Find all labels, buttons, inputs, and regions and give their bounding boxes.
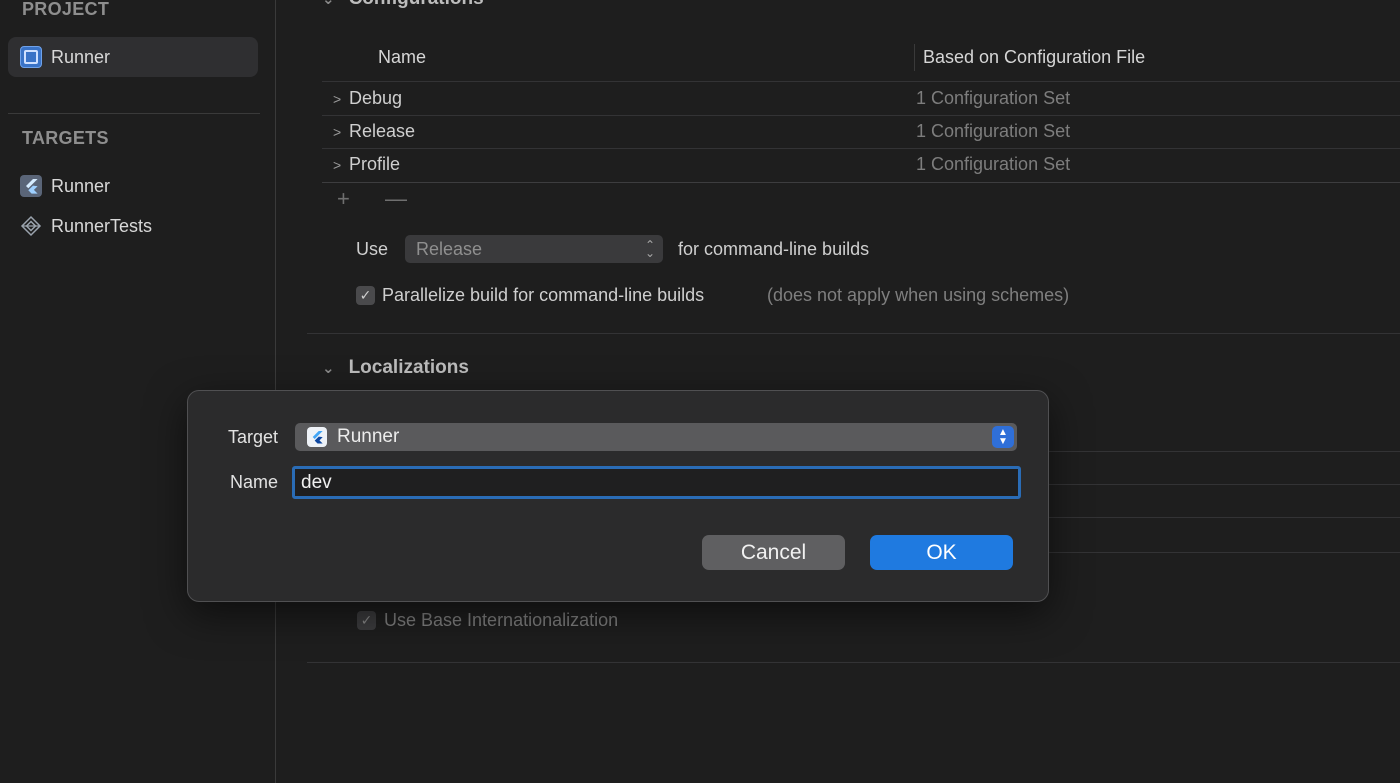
parallelize-note: (does not apply when using schemes) [767, 285, 1070, 305]
column-separator [914, 44, 915, 71]
chevron-down-icon: ⌄ [322, 0, 335, 8]
parallelize-label: Parallelize build for command-line build… [382, 285, 705, 305]
config-file-value: 1 Configuration Set [916, 154, 1071, 174]
popup-stepper-icon: ▲ ▼ [992, 426, 1014, 448]
select-value: Release [416, 238, 483, 259]
sidebar-item-target-runner[interactable]: Runner [8, 166, 258, 206]
sidebar-item-label: Runner [51, 175, 111, 196]
config-name: Debug [349, 88, 403, 108]
use-suffix-label: for command-line builds [678, 239, 870, 259]
target-label: Target [227, 427, 278, 447]
add-configuration-button[interactable]: + [337, 186, 350, 212]
duplicate-target-dialog: Target Runner ▲▼ Name Cancel OK [187, 390, 1049, 602]
localizations-section-header[interactable]: ⌄ Localizations [322, 357, 469, 379]
chevron-right-icon[interactable]: > [333, 91, 349, 107]
ok-button[interactable]: OK [870, 535, 1013, 570]
flutter-icon [20, 175, 42, 197]
base-internationalization-label: Use Base Internationalization [384, 610, 619, 630]
base-internationalization-checkbox[interactable]: ✓ [357, 611, 376, 630]
test-bundle-icon [20, 215, 42, 237]
project-section-header: PROJECT [22, 0, 110, 19]
name-label: Name [229, 472, 278, 492]
chevron-right-icon[interactable]: > [333, 157, 349, 173]
use-label: Use [356, 239, 389, 259]
table-row[interactable]: > Profile 1 Configuration Set [322, 148, 1400, 181]
chevron-right-icon[interactable]: > [333, 124, 349, 140]
flutter-icon [307, 427, 327, 447]
column-header-name[interactable]: Name [378, 47, 426, 68]
remove-configuration-button[interactable]: — [385, 186, 407, 212]
table-row[interactable]: > Debug 1 Configuration Set [322, 82, 1400, 115]
localization-row-divider [1049, 517, 1400, 518]
config-file-value: 1 Configuration Set [916, 88, 1071, 108]
section-divider [307, 333, 1400, 334]
name-input[interactable] [292, 466, 1021, 499]
command-line-config-select[interactable]: Release ⌃ ⌄ [405, 235, 663, 263]
sidebar-item-project-runner[interactable]: Runner [8, 37, 258, 77]
table-bottom-divider [322, 182, 1400, 183]
chevron-down-icon: ⌄ [322, 360, 335, 377]
configurations-title: Configurations [349, 0, 484, 10]
column-header-based-on[interactable]: Based on Configuration File [923, 47, 1145, 68]
sidebar-divider [8, 113, 260, 114]
sidebar-item-label: RunnerTests [51, 215, 153, 236]
localizations-title: Localizations [348, 357, 469, 378]
cancel-button[interactable]: Cancel [702, 535, 845, 570]
sidebar-item-target-runnertests[interactable]: RunnerTests [8, 206, 258, 246]
target-popup[interactable]: Runner ▲ ▼ [295, 423, 1017, 451]
table-row[interactable]: > Release 1 Configuration Set [322, 115, 1400, 148]
sidebar-item-label: Runner [51, 46, 111, 67]
section-divider [307, 662, 1400, 663]
localization-row-divider [1049, 552, 1400, 553]
select-arrows-icon: ⌃ ⌄ [644, 238, 655, 260]
localization-row-divider [1049, 451, 1400, 452]
targets-section-header: TARGETS [22, 128, 109, 148]
localization-row-divider [1049, 484, 1400, 485]
app-icon [20, 46, 42, 68]
target-popup-value: Runner [337, 426, 400, 447]
parallelize-checkbox[interactable]: ✓ [356, 286, 375, 305]
config-name: Release [349, 121, 416, 141]
config-file-value: 1 Configuration Set [916, 121, 1071, 141]
config-name: Profile [349, 154, 401, 174]
configurations-section-header[interactable]: ⌄ Configurations [322, 0, 484, 10]
